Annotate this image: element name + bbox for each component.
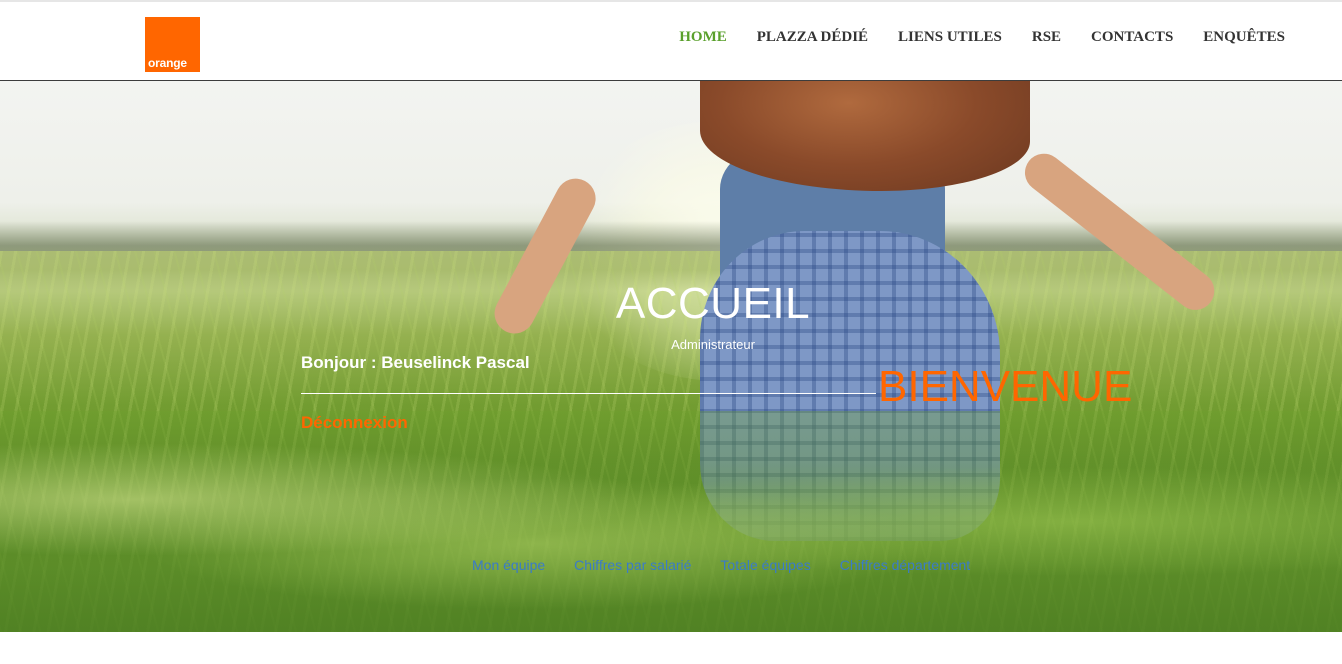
orange-logo[interactable]: orange (145, 17, 200, 72)
page-title: ACCUEIL (615, 279, 811, 328)
logo-text: orange (148, 56, 187, 70)
user-greeting: Bonjour : Beuselinck Pascal (301, 353, 530, 372)
nav-item-plazza-dedie[interactable]: PLAZZA DÉDIÉ (742, 0, 883, 82)
nav-item-home[interactable]: HOME (664, 0, 742, 92)
site-header: orange HOME PLAZZA DÉDIÉ LIENS UTILES RS… (0, 0, 1342, 92)
dashboard-links: Mon équipe Chiffres par salarié Totale é… (472, 557, 970, 573)
main-nav: HOME PLAZZA DÉDIÉ LIENS UTILES RSE CONTA… (664, 0, 1300, 92)
welcome-text: BIENVENUE (878, 362, 1133, 411)
nav-item-contacts[interactable]: CONTACTS (1076, 0, 1188, 82)
nav-item-rse[interactable]: RSE (1017, 0, 1076, 82)
link-chiffres-departement[interactable]: Chiffres département (840, 557, 970, 573)
divider (301, 393, 876, 394)
link-totale-equipes[interactable]: Totale équipes (720, 557, 810, 573)
logout-link[interactable]: Déconnexion (301, 413, 408, 433)
link-mon-equipe[interactable]: Mon équipe (472, 557, 545, 573)
grass-foreground (0, 411, 1342, 632)
nav-item-enquetes[interactable]: ENQUÊTES (1188, 0, 1300, 82)
user-role: Administrateur (671, 337, 755, 352)
page: orange HOME PLAZZA DÉDIÉ LIENS UTILES RS… (0, 0, 1342, 664)
hero-banner: ACCUEIL Administrateur Bonjour : Beuseli… (0, 81, 1342, 632)
nav-item-liens-utiles[interactable]: LIENS UTILES (883, 0, 1017, 82)
link-chiffres-par-salarie[interactable]: Chiffres par salarié (574, 557, 691, 573)
